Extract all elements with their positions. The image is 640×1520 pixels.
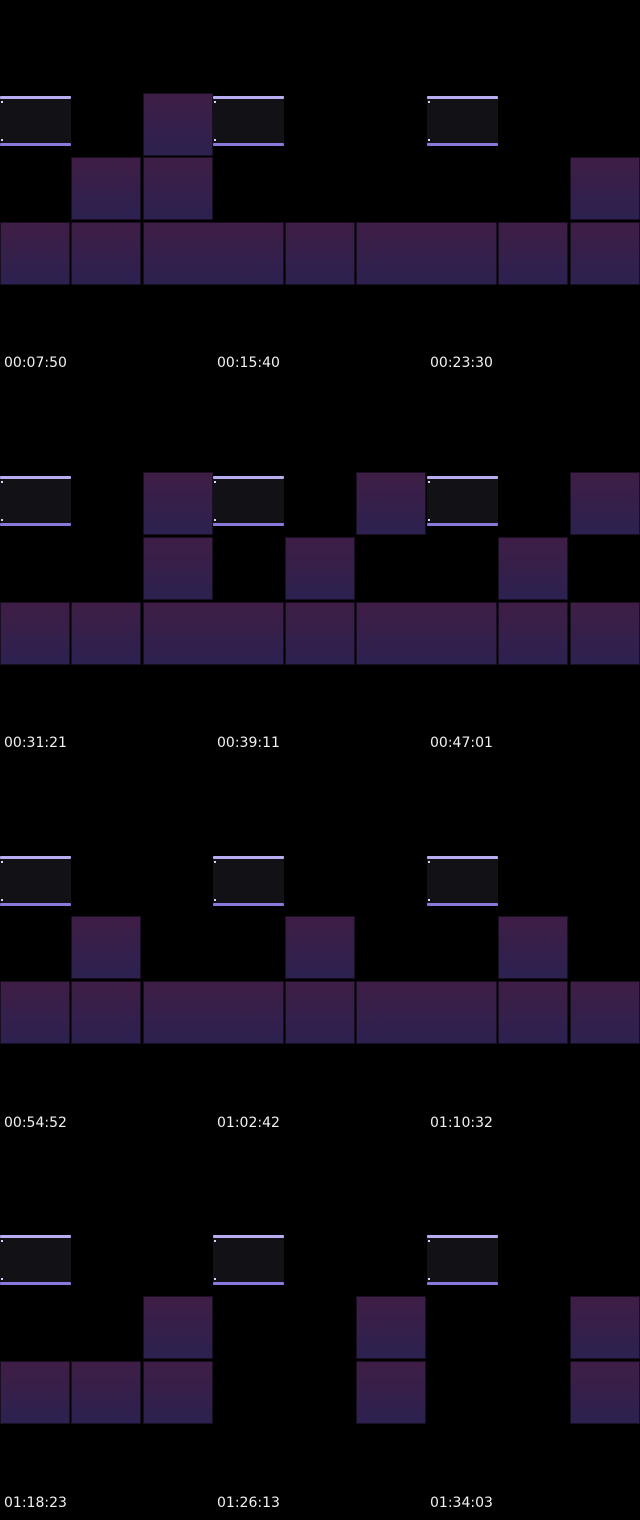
stack-block xyxy=(0,981,70,1044)
stack-block xyxy=(570,1361,640,1424)
stack-block xyxy=(285,916,355,979)
frame-timestamp: 01:02:42 xyxy=(217,1115,280,1131)
frame-timestamp: 00:47:01 xyxy=(430,735,493,751)
stack-block xyxy=(143,537,213,600)
stack-block xyxy=(71,1361,141,1424)
frame-timestamp: 00:39:11 xyxy=(217,735,280,751)
piece-preview-panel xyxy=(427,1235,498,1285)
piece-preview-panel xyxy=(213,476,284,526)
frame-timestamp: 01:18:23 xyxy=(4,1495,67,1511)
stack-block xyxy=(71,157,141,220)
piece-preview-panel xyxy=(427,96,498,146)
stack-block xyxy=(0,602,70,665)
frame-timestamp: 00:07:50 xyxy=(4,355,67,371)
stack-block xyxy=(356,1361,426,1424)
stack-block xyxy=(570,981,640,1044)
piece-preview-panel xyxy=(213,1235,284,1285)
stack-block xyxy=(143,222,284,285)
stack-block xyxy=(356,981,497,1044)
stack-block xyxy=(498,537,568,600)
stack-block xyxy=(498,602,568,665)
frame-timestamp: 01:34:03 xyxy=(430,1495,493,1511)
stack-block xyxy=(143,602,284,665)
stack-block xyxy=(356,602,497,665)
video-frame-row-3: 00:54:52 01:02:42 01:10:32 xyxy=(0,760,640,1140)
stack-block xyxy=(143,93,213,156)
piece-preview-panel xyxy=(0,1235,71,1285)
stack-block xyxy=(0,222,70,285)
stack-block xyxy=(71,981,141,1044)
stack-block xyxy=(143,1296,213,1359)
stack-block xyxy=(143,981,284,1044)
frame-timestamp: 01:26:13 xyxy=(217,1495,280,1511)
stack-block xyxy=(285,602,355,665)
stack-block xyxy=(570,472,640,535)
frame-timestamp: 00:15:40 xyxy=(217,355,280,371)
piece-preview-panel xyxy=(213,856,284,906)
frame-timestamp: 01:10:32 xyxy=(430,1115,493,1131)
stack-block xyxy=(143,472,213,535)
stack-block xyxy=(0,1361,70,1424)
frame-timestamp: 00:23:30 xyxy=(430,355,493,371)
piece-preview-panel xyxy=(213,96,284,146)
stack-block xyxy=(498,981,568,1044)
stack-block xyxy=(570,602,640,665)
stack-block xyxy=(570,157,640,220)
stack-block xyxy=(285,981,355,1044)
frame-timestamp: 00:31:21 xyxy=(4,735,67,751)
stack-block xyxy=(285,537,355,600)
stack-block xyxy=(570,1296,640,1359)
video-frame-row-2: 00:31:21 00:39:11 00:47:01 xyxy=(0,380,640,760)
stack-block xyxy=(356,472,426,535)
piece-preview-panel xyxy=(0,856,71,906)
piece-preview-panel xyxy=(0,96,71,146)
piece-preview-panel xyxy=(427,476,498,526)
stack-block xyxy=(356,222,497,285)
stack-block xyxy=(498,916,568,979)
video-frame-row-1: 00:07:50 00:15:40 00:23:30 xyxy=(0,0,640,380)
stack-block xyxy=(71,602,141,665)
stack-block xyxy=(143,157,213,220)
frame-timestamp: 00:54:52 xyxy=(4,1115,67,1131)
stack-block xyxy=(498,222,568,285)
piece-preview-panel xyxy=(0,476,71,526)
stack-block xyxy=(71,222,141,285)
stack-block xyxy=(285,222,355,285)
video-frame-row-4: 01:18:23 01:26:13 01:34:03 xyxy=(0,1140,640,1520)
stack-block xyxy=(143,1361,213,1424)
stack-block xyxy=(356,1296,426,1359)
stack-block xyxy=(570,222,640,285)
stack-block xyxy=(71,916,141,979)
piece-preview-panel xyxy=(427,856,498,906)
